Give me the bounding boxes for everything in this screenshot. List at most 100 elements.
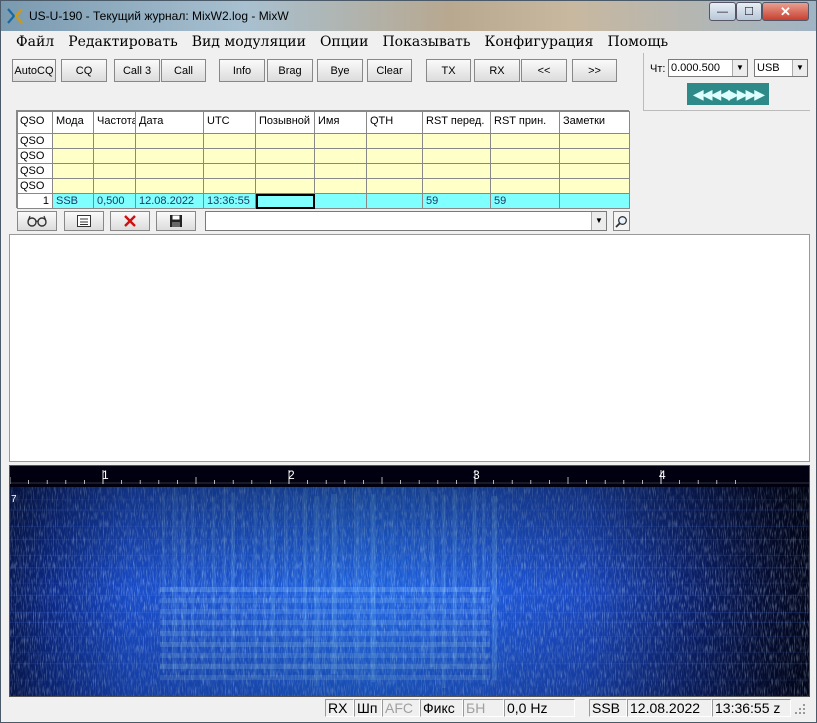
status-shp[interactable]: Шп: [354, 699, 382, 717]
status-afc[interactable]: AFC: [382, 699, 420, 717]
table-cell[interactable]: [422, 178, 491, 194]
table-cell[interactable]: [314, 163, 367, 179]
cell-mode[interactable]: SSB: [52, 193, 94, 209]
table-cell[interactable]: [559, 178, 630, 194]
table-cell[interactable]: [135, 133, 204, 149]
menu-options[interactable]: Опции: [313, 34, 375, 50]
cell-freq[interactable]: 0,500: [93, 193, 136, 209]
chevron-down-icon[interactable]: ▼: [732, 60, 747, 76]
title-bar[interactable]: US-U-190 - Текущий журнал: MixW2.log - M…: [1, 1, 816, 31]
info-button[interactable]: Info: [219, 59, 265, 82]
cell-utc[interactable]: 13:36:55: [203, 193, 256, 209]
table-cell[interactable]: [366, 178, 423, 194]
bye-button[interactable]: Bye: [317, 59, 363, 82]
table-cell[interactable]: [314, 148, 367, 164]
table-cell[interactable]: [255, 133, 315, 149]
table-cell[interactable]: [255, 178, 315, 194]
col-header-date[interactable]: Дата: [135, 111, 204, 134]
table-cell[interactable]: [422, 163, 491, 179]
col-header-qso[interactable]: QSO: [17, 111, 53, 134]
menu-help[interactable]: Помощь: [600, 34, 675, 50]
table-cell[interactable]: [255, 163, 315, 179]
status-fix[interactable]: Фикс: [420, 699, 463, 717]
cq-button[interactable]: CQ: [61, 59, 107, 82]
table-cell[interactable]: [255, 148, 315, 164]
edit-record-button[interactable]: [64, 211, 104, 231]
table-cell[interactable]: [93, 178, 136, 194]
col-header-name[interactable]: Имя: [314, 111, 367, 134]
table-cell[interactable]: [366, 148, 423, 164]
rx-button[interactable]: RX: [474, 59, 520, 82]
save-record-button[interactable]: [156, 211, 196, 231]
resize-grip-icon[interactable]: [793, 702, 807, 716]
table-row[interactable]: QSO: [17, 163, 630, 179]
mixw-app-icon[interactable]: [7, 8, 23, 24]
next-button[interactable]: >>: [572, 59, 617, 82]
call3-button[interactable]: Call 3: [114, 59, 160, 82]
table-cell[interactable]: [490, 163, 560, 179]
receive-text-area[interactable]: [9, 234, 810, 462]
table-cell[interactable]: [559, 133, 630, 149]
col-header-qth[interactable]: QTH: [366, 111, 423, 134]
table-cell[interactable]: [203, 163, 256, 179]
status-mode[interactable]: SSB: [589, 699, 627, 717]
table-cell[interactable]: [93, 148, 136, 164]
table-cell[interactable]: [559, 163, 630, 179]
table-cell[interactable]: [422, 148, 491, 164]
table-cell[interactable]: [135, 163, 204, 179]
table-cell[interactable]: [490, 148, 560, 164]
cell-call[interactable]: [255, 193, 315, 209]
table-cell[interactable]: [52, 133, 94, 149]
delete-record-button[interactable]: [110, 211, 150, 231]
table-row[interactable]: QSO: [17, 133, 630, 149]
col-header-rst-sent[interactable]: RST перед.: [422, 111, 491, 134]
table-cell[interactable]: [203, 178, 256, 194]
menu-edit[interactable]: Редактировать: [61, 34, 184, 50]
menu-modulation[interactable]: Вид модуляции: [185, 34, 313, 50]
lookup-button[interactable]: [17, 211, 57, 231]
table-cell[interactable]: [52, 148, 94, 164]
col-header-rst-rcvd[interactable]: RST прин.: [490, 111, 560, 134]
status-offset[interactable]: 0,0 Hz: [504, 699, 575, 717]
minimize-button[interactable]: —: [709, 2, 736, 21]
table-cell[interactable]: [203, 148, 256, 164]
mode-select[interactable]: USB ▼: [754, 59, 808, 77]
waterfall-display[interactable]: [10, 487, 809, 696]
menu-configuration[interactable]: Конфигурация: [478, 34, 601, 50]
chevron-down-icon[interactable]: ▼: [792, 60, 807, 76]
chevron-down-icon[interactable]: ▼: [591, 212, 606, 230]
tx-button[interactable]: TX: [426, 59, 471, 82]
table-cell[interactable]: [93, 133, 136, 149]
cell-rst-rcvd[interactable]: 59: [490, 193, 560, 209]
tune-arrows-control[interactable]: ◀◀◀◀▶▶▶▶: [687, 83, 769, 105]
callsign-search-select[interactable]: ▼: [205, 211, 607, 231]
table-cell[interactable]: [52, 163, 94, 179]
search-button[interactable]: [613, 211, 630, 231]
clear-button[interactable]: Clear: [367, 59, 412, 82]
col-header-notes[interactable]: Заметки: [559, 111, 630, 134]
cell-notes[interactable]: [559, 193, 630, 209]
prev-button[interactable]: <<: [521, 59, 567, 82]
table-cell[interactable]: [366, 133, 423, 149]
table-cell[interactable]: [490, 178, 560, 194]
table-cell[interactable]: [366, 163, 423, 179]
table-row[interactable]: QSO: [17, 148, 630, 164]
cell-qth[interactable]: [366, 193, 423, 209]
col-header-utc[interactable]: UTC: [203, 111, 256, 134]
table-cell[interactable]: [135, 148, 204, 164]
cell-name[interactable]: [314, 193, 367, 209]
table-row[interactable]: QSO: [17, 178, 630, 194]
cell-rst-sent[interactable]: 59: [422, 193, 491, 209]
table-cell[interactable]: [422, 133, 491, 149]
table-cell[interactable]: [490, 133, 560, 149]
waterfall-panel[interactable]: 1 2 3 4 7: [9, 465, 810, 697]
active-qso-row[interactable]: 1 SSB 0,500 12.08.2022 13:36:55 59 59: [17, 193, 630, 209]
col-header-freq[interactable]: Частота: [93, 111, 136, 134]
menu-view[interactable]: Показывать: [375, 34, 477, 50]
table-cell[interactable]: [93, 163, 136, 179]
col-header-mode[interactable]: Мода: [52, 111, 94, 134]
table-cell[interactable]: [135, 178, 204, 194]
table-cell[interactable]: [314, 133, 367, 149]
cell-date[interactable]: 12.08.2022: [135, 193, 204, 209]
table-cell[interactable]: [52, 178, 94, 194]
